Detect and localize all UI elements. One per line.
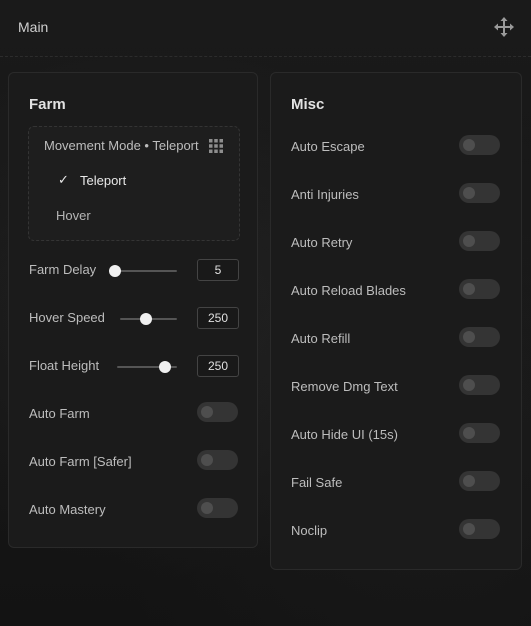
farm-panel-title: Farm [29, 96, 66, 113]
toggle-knob [463, 523, 475, 535]
farm-delay-value[interactable]: 5 [197, 259, 239, 281]
move-arrows-icon[interactable] [494, 17, 514, 37]
check-icon: ✓ [58, 172, 69, 187]
hover-speed-slider[interactable] [120, 313, 177, 325]
misc-panel-title: Misc [291, 96, 325, 113]
remove-dmg-text-toggle[interactable] [459, 375, 500, 395]
float-height-slider[interactable] [117, 361, 177, 373]
auto-farm-label: Auto Farm [29, 406, 90, 421]
dropdown-option-hover[interactable]: Hover [56, 208, 91, 223]
toggle-knob [201, 502, 213, 514]
toggle-knob [463, 139, 475, 151]
noclip-toggle[interactable] [459, 519, 500, 539]
toggle-knob [463, 427, 475, 439]
window-header[interactable]: Main [0, 0, 531, 57]
toggle-knob [463, 379, 475, 391]
toggle-knob [463, 235, 475, 247]
auto-refill-label: Auto Refill [291, 331, 351, 346]
window-title: Main [18, 19, 49, 35]
toggle-knob [463, 331, 475, 343]
anti-injuries-label: Anti Injuries [291, 187, 359, 202]
anti-injuries-toggle[interactable] [459, 183, 500, 203]
auto-hide-ui-toggle[interactable] [459, 423, 500, 443]
auto-escape-toggle[interactable] [459, 135, 500, 155]
auto-farm-toggle[interactable] [197, 402, 238, 422]
auto-mastery-toggle[interactable] [197, 498, 238, 518]
auto-reload-blades-toggle[interactable] [459, 279, 500, 299]
fail-safe-label: Fail Safe [291, 475, 343, 490]
hover-speed-label: Hover Speed [29, 310, 105, 325]
auto-farm-safer-toggle[interactable] [197, 450, 238, 470]
toggle-knob [463, 187, 475, 199]
toggle-knob [201, 406, 213, 418]
auto-mastery-label: Auto Mastery [29, 502, 106, 517]
farm-delay-label: Farm Delay [29, 262, 97, 277]
farm-delay-thumb[interactable] [109, 265, 121, 277]
movement-mode-dropdown[interactable]: Movement Mode • Teleport ✓ Teleport Hove… [28, 126, 240, 241]
farm-panel: Farm Movement Mode • Teleport ✓ Teleport… [8, 72, 258, 548]
auto-reload-blades-label: Auto Reload Blades [291, 283, 406, 298]
hover-speed-thumb[interactable] [139, 313, 152, 325]
auto-retry-label: Auto Retry [291, 235, 353, 250]
float-height-thumb[interactable] [159, 361, 171, 373]
grid-icon [209, 139, 223, 153]
fail-safe-toggle[interactable] [459, 471, 500, 491]
auto-retry-toggle[interactable] [459, 231, 500, 251]
hover-speed-value[interactable]: 250 [197, 307, 239, 329]
auto-escape-label: Auto Escape [291, 139, 365, 154]
dropdown-option-teleport[interactable]: Teleport [80, 173, 126, 188]
remove-dmg-text-label: Remove Dmg Text [291, 379, 398, 394]
toggle-knob [463, 475, 475, 487]
toggle-knob [463, 283, 475, 295]
auto-hide-ui-label: Auto Hide UI (15s) [291, 427, 398, 442]
misc-panel: Misc Auto Escape Anti Injuries Auto Retr… [270, 72, 522, 570]
float-height-label: Float Height [29, 358, 100, 373]
toggle-knob [201, 454, 213, 466]
float-height-value[interactable]: 250 [197, 355, 239, 377]
auto-refill-toggle[interactable] [459, 327, 500, 347]
farm-delay-slider[interactable] [109, 265, 177, 277]
noclip-label: Noclip [291, 523, 328, 538]
movement-mode-label[interactable]: Movement Mode • Teleport [44, 138, 199, 153]
auto-farm-safer-label: Auto Farm [Safer] [29, 454, 132, 469]
